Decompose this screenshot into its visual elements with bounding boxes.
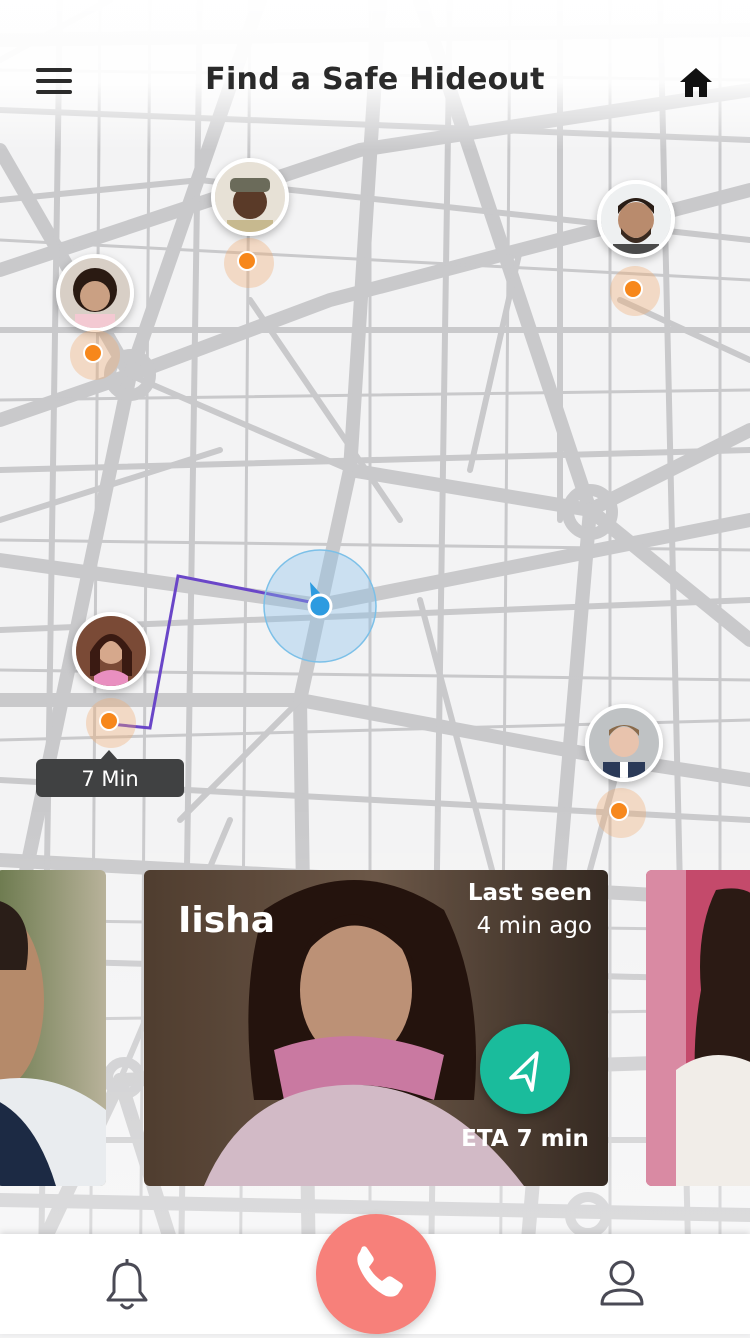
contact-card-previous[interactable] [0,870,106,1186]
contact-location-marker[interactable] [224,238,274,288]
route-eta-tag: 7 Min [36,750,184,797]
page-title: Find a Safe Hideout [205,62,545,97]
current-location-dot [307,593,333,619]
phone-icon[interactable] [316,1214,436,1334]
contact-name: Iisha [178,900,276,941]
contact-location-marker[interactable] [86,698,136,748]
contact-card-iisha[interactable]: Iisha Last seen 4 min ago ETA 7 min [144,870,608,1186]
contact-avatar-girl[interactable] [56,254,134,332]
contact-avatar-bearded-man[interactable] [597,180,675,258]
last-seen-time: 4 min ago [476,913,592,939]
contact-avatar-woman[interactable] [72,612,150,690]
contact-location-marker[interactable] [70,330,120,380]
navigation-arrow-icon[interactable] [480,1024,570,1114]
contact-avatar-officer[interactable] [211,158,289,236]
last-seen-label: Last seen [467,880,592,906]
home-icon[interactable] [678,66,714,100]
eta-label: ETA 7 min [461,1126,589,1152]
contact-avatar-blond-man[interactable] [585,704,663,782]
user-icon[interactable] [598,1258,646,1308]
contact-card-next[interactable] [646,870,750,1186]
contact-location-marker[interactable] [610,266,660,316]
bell-icon[interactable] [104,1258,150,1312]
